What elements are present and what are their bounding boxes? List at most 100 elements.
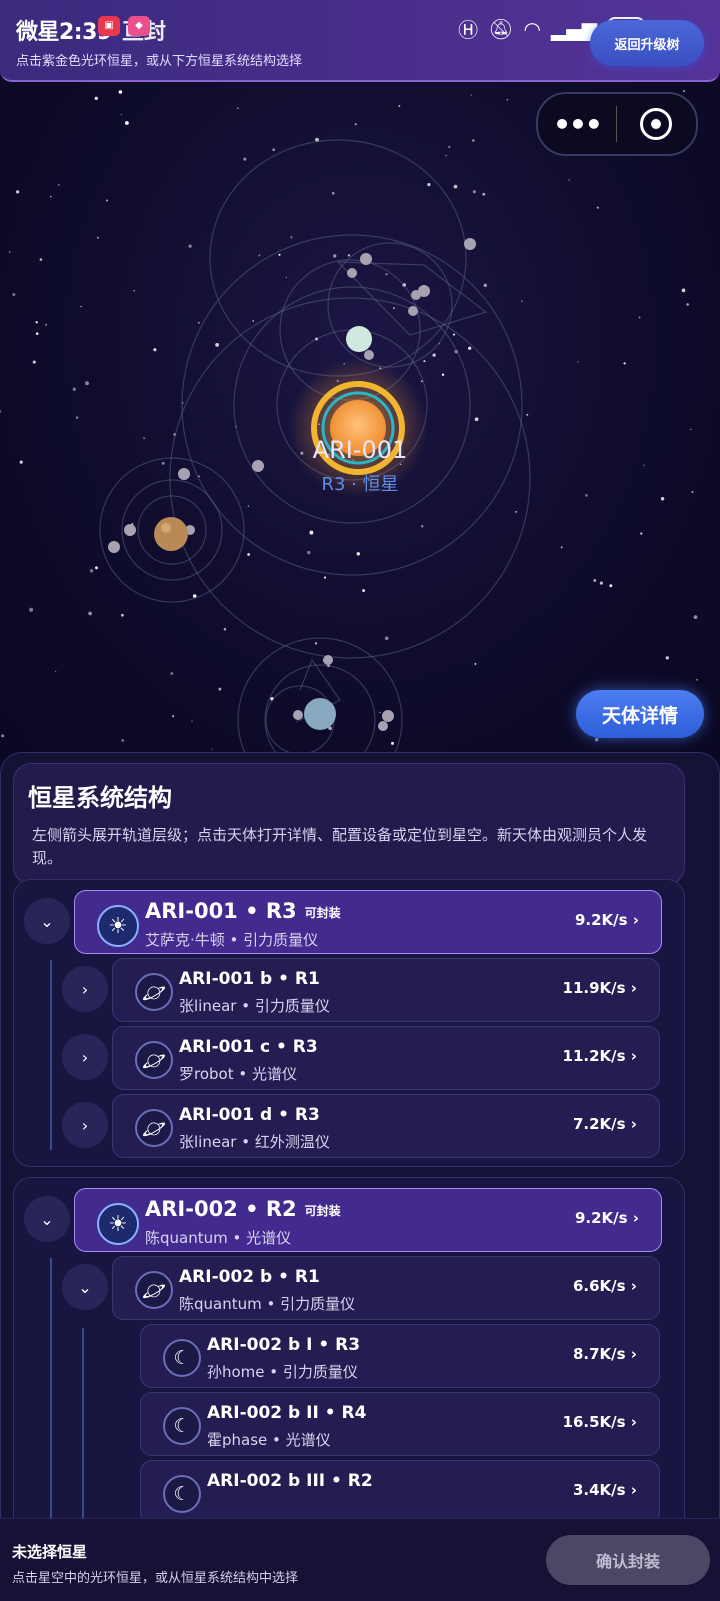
node-name: ARI-001 d • R3 bbox=[179, 1105, 320, 1125]
node-name: ARI-001 c • R3 bbox=[179, 1037, 318, 1057]
background-star bbox=[8, 251, 11, 253]
node-subtitle: 霍phase • 光谱仪 bbox=[207, 1431, 331, 1449]
background-star bbox=[29, 607, 34, 612]
background-star bbox=[247, 505, 250, 507]
background-star bbox=[218, 687, 222, 691]
node-subtitle: 陈quantum • 光谱仪 bbox=[145, 1229, 292, 1247]
close-miniprogram-button[interactable] bbox=[617, 108, 695, 140]
background-star bbox=[521, 300, 523, 302]
background-star bbox=[693, 615, 698, 619]
background-star bbox=[526, 413, 529, 416]
background-star bbox=[696, 678, 699, 681]
chevron-right-icon[interactable]: › bbox=[62, 1034, 108, 1080]
planet-node[interactable]: 🪐︎ ARI-001 c • R3 罗robot • 光谱仪 11.2K/s › bbox=[112, 1026, 660, 1090]
background-star bbox=[80, 305, 82, 308]
node-subtitle: 艾萨克·牛顿 • 引力质量仪 bbox=[145, 931, 319, 949]
background-star bbox=[72, 387, 76, 391]
background-star bbox=[506, 98, 509, 101]
sun-icon: ☀ bbox=[97, 905, 139, 947]
background-star bbox=[237, 107, 239, 109]
background-star bbox=[118, 90, 123, 94]
background-star bbox=[474, 662, 477, 665]
star-node[interactable]: ☀ ARI-001 • R3 可封装 艾萨克·牛顿 • 引力质量仪 9.2K/s … bbox=[74, 890, 662, 954]
background-star bbox=[599, 581, 603, 585]
moon-node[interactable]: ☾ ARI-002 b III • R2 3.4K/s › bbox=[140, 1460, 660, 1524]
background-star bbox=[243, 157, 247, 161]
background-star bbox=[39, 258, 43, 261]
chevron-down-icon[interactable]: ⌄ bbox=[24, 898, 70, 944]
background-star bbox=[577, 361, 579, 363]
planet-node[interactable]: 🪐︎ ARI-002 b • R1 陈quantum • 引力质量仪 6.6K/… bbox=[112, 1256, 660, 1320]
app-badge-icon: ▣ bbox=[98, 16, 120, 36]
background-star bbox=[398, 104, 401, 107]
background-star bbox=[354, 123, 357, 126]
node-subtitle: 张linear • 红外测温仪 bbox=[179, 1133, 330, 1151]
background-star bbox=[120, 113, 123, 116]
background-star bbox=[445, 154, 447, 157]
node-rate: 6.6K/s › bbox=[572, 1277, 637, 1295]
background-star bbox=[643, 464, 645, 466]
background-star bbox=[452, 333, 456, 336]
node-rate: 16.5K/s › bbox=[562, 1413, 637, 1431]
node-rate: 9.2K/s › bbox=[574, 1209, 639, 1227]
planet-node[interactable]: 🪐︎ ARI-001 d • R3 张linear • 红外测温仪 7.2K/s… bbox=[112, 1094, 660, 1158]
background-star bbox=[453, 184, 458, 189]
background-star bbox=[393, 307, 395, 309]
background-star bbox=[197, 321, 200, 324]
moon-node[interactable]: ☾ ARI-002 b I • R3 孙home • 引力质量仪 8.7K/s … bbox=[140, 1324, 660, 1388]
background-star bbox=[285, 276, 287, 278]
moon-icon: ☾ bbox=[163, 1475, 201, 1513]
more-icon[interactable]: ••• bbox=[538, 108, 616, 141]
system-structure-panel[interactable]: 恒星系统结构 左侧箭头展开轨道层级；点击天体打开详情、配置设备或定位到星空。新天… bbox=[0, 752, 720, 1526]
background-star bbox=[609, 584, 613, 588]
background-star bbox=[172, 715, 175, 718]
background-star bbox=[472, 190, 476, 194]
back-to-tree-button[interactable]: 返回升级树 bbox=[590, 20, 704, 66]
confirm-seal-button[interactable]: 确认封装 bbox=[546, 1535, 710, 1585]
background-star bbox=[691, 491, 694, 494]
background-star bbox=[19, 460, 23, 464]
node-rate: 3.4K/s › bbox=[572, 1481, 637, 1499]
background-star bbox=[448, 145, 451, 149]
background-star bbox=[307, 550, 311, 555]
background-star bbox=[290, 236, 293, 239]
node-name: ARI-002 • R2 可封装 bbox=[145, 1197, 341, 1221]
sun-icon: ☀ bbox=[97, 1203, 139, 1245]
star-system-group: ⌄ ☀ ARI-002 • R2 可封装 陈quantum • 光谱仪 9.2K/… bbox=[13, 1177, 685, 1525]
planet-node[interactable]: 🪐︎ ARI-001 b • R1 张linear • 引力质量仪 11.9K/… bbox=[112, 958, 660, 1022]
panel-title: 恒星系统结构 bbox=[28, 784, 172, 812]
background-star bbox=[124, 121, 129, 125]
moon-body bbox=[346, 326, 372, 352]
moon-node[interactable]: ☾ ARI-002 b II • R4 霍phase • 光谱仪 16.5K/s… bbox=[140, 1392, 660, 1456]
background-star bbox=[681, 288, 686, 293]
tree-line bbox=[50, 960, 52, 1150]
background-star bbox=[686, 303, 689, 306]
chevron-right-icon[interactable]: › bbox=[62, 1102, 108, 1148]
intro-card: 恒星系统结构 左侧箭头展开轨道层级；点击天体打开详情、配置设备或定位到星空。新天… bbox=[13, 763, 685, 885]
background-star bbox=[420, 524, 424, 528]
chevron-right-icon[interactable]: › bbox=[62, 966, 108, 1012]
node-rate: 7.2K/s › bbox=[572, 1115, 637, 1133]
star-sub-label: R3 · 恒星 bbox=[321, 474, 399, 495]
background-star bbox=[191, 720, 193, 722]
star-node[interactable]: ☀ ARI-002 • R2 可封装 陈quantum • 光谱仪 9.2K/s … bbox=[74, 1188, 662, 1252]
background-star bbox=[660, 496, 665, 501]
background-star bbox=[105, 199, 108, 202]
background-star bbox=[85, 381, 89, 386]
background-star bbox=[45, 323, 48, 326]
sealable-tag: 可封装 bbox=[304, 1203, 341, 1218]
chevron-down-icon[interactable]: ⌄ bbox=[62, 1264, 108, 1310]
background-star bbox=[470, 94, 472, 96]
background-star bbox=[12, 293, 16, 296]
background-star bbox=[347, 254, 351, 257]
star-label[interactable]: ARI-001 bbox=[280, 436, 440, 464]
background-star bbox=[35, 321, 38, 324]
chevron-down-icon[interactable]: ⌄ bbox=[24, 1196, 70, 1242]
node-subtitle: 罗robot • 光谱仪 bbox=[179, 1065, 297, 1083]
body-detail-button[interactable]: 天体详情 bbox=[576, 690, 704, 738]
background-star bbox=[640, 532, 643, 535]
moon-icon: ☾ bbox=[163, 1339, 201, 1377]
tree-line bbox=[82, 1328, 84, 1525]
background-star bbox=[35, 332, 39, 335]
background-star bbox=[585, 494, 588, 497]
